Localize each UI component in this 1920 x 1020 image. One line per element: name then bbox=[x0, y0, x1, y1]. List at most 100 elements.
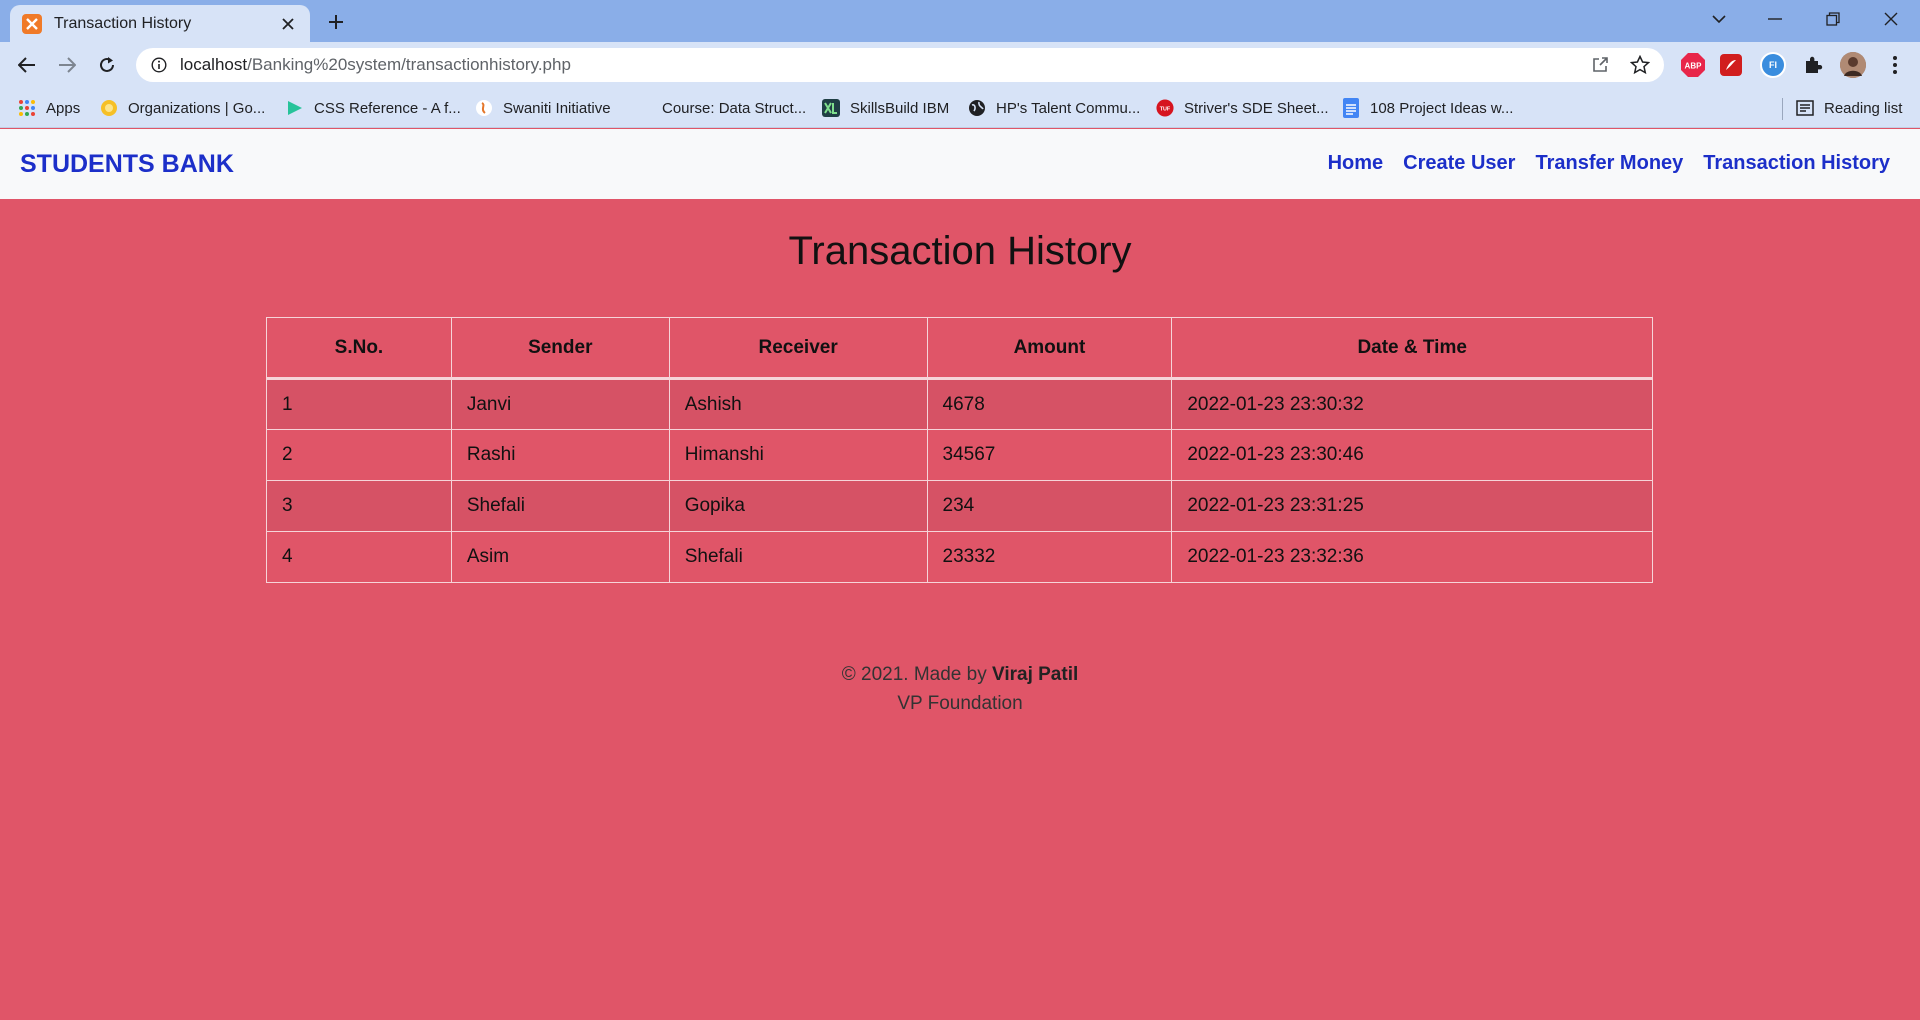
table-row: 4 Asim Shefali 23332 2022-01-23 23:32:36 bbox=[266, 531, 1653, 583]
table-row: 2 Rashi Himanshi 34567 2022-01-23 23:30:… bbox=[266, 429, 1653, 481]
cell-receiver: Ashish bbox=[668, 378, 928, 430]
cell-sender: Asim bbox=[450, 531, 670, 583]
course-icon bbox=[634, 99, 652, 117]
nav-transaction-history[interactable]: Transaction History bbox=[1703, 152, 1890, 175]
tab-title: Transaction History bbox=[54, 14, 192, 32]
bookmark-css-reference[interactable]: CSS Reference - A f... bbox=[286, 97, 461, 119]
url-path: /Banking%20system/transactionhistory.php bbox=[247, 55, 571, 74]
minimize-icon[interactable] bbox=[1752, 4, 1798, 34]
browser-menu-icon[interactable] bbox=[1880, 50, 1910, 80]
cell-datetime: 2022-01-23 23:31:25 bbox=[1171, 480, 1653, 532]
reading-list-icon bbox=[1796, 99, 1814, 117]
svg-text:ABP: ABP bbox=[1685, 62, 1703, 71]
extensions-puzzle-icon[interactable] bbox=[1800, 52, 1826, 78]
cell-sno: 3 bbox=[266, 480, 452, 532]
bookmark-label: Apps bbox=[46, 99, 81, 117]
nav-home[interactable]: Home bbox=[1328, 152, 1384, 175]
footer-author: Viraj Patil bbox=[992, 664, 1079, 685]
nav-links: Home Create User Transfer Money Transact… bbox=[1308, 152, 1890, 175]
bookmark-project-ideas[interactable]: 108 Project Ideas w... bbox=[1342, 97, 1513, 119]
column-header-receiver: Receiver bbox=[668, 317, 928, 380]
bookmark-striver[interactable]: TUF Striver's SDE Sheet... bbox=[1156, 97, 1329, 119]
cell-sno: 2 bbox=[266, 429, 452, 481]
bookmarks-bar: Apps Organizations | Go... CSS Reference… bbox=[0, 88, 1920, 128]
bookmark-label: CSS Reference - A f... bbox=[314, 99, 461, 117]
reading-list-label: Reading list bbox=[1824, 99, 1903, 117]
forward-icon[interactable] bbox=[52, 50, 82, 80]
page-footer: © 2021. Made by Viraj Patil VP Foundatio… bbox=[0, 660, 1920, 718]
reading-list-button[interactable]: Reading list bbox=[1796, 97, 1902, 119]
browser-tab[interactable]: Transaction History bbox=[10, 5, 310, 42]
cell-sender: Shefali bbox=[450, 480, 670, 532]
footer-copyright: © 2021. Made by bbox=[841, 664, 992, 685]
cell-amount: 234 bbox=[926, 480, 1173, 532]
bookmark-label: Swaniti Initiative bbox=[503, 99, 611, 117]
bookmark-label: Striver's SDE Sheet... bbox=[1184, 99, 1329, 117]
table-row: 1 Janvi Ashish 4678 2022-01-23 23:30:32 bbox=[266, 378, 1653, 430]
bookmark-label: HP's Talent Commu... bbox=[996, 99, 1141, 117]
column-header-sno: S.No. bbox=[266, 317, 452, 380]
page-title: Transaction History bbox=[788, 229, 1132, 273]
site-info-icon[interactable] bbox=[150, 56, 168, 74]
transaction-table: S.No. Sender Receiver Amount Date & Time… bbox=[266, 317, 1653, 583]
bookmark-label: 108 Project Ideas w... bbox=[1370, 99, 1514, 117]
footer-credit: © 2021. Made by Viraj Patil bbox=[0, 660, 1920, 689]
xampp-favicon-icon bbox=[22, 13, 42, 34]
tab-search-chevron-icon[interactable] bbox=[1696, 4, 1742, 34]
nav-create-user[interactable]: Create User bbox=[1403, 152, 1515, 175]
nav-transfer-money[interactable]: Transfer Money bbox=[1535, 152, 1683, 175]
column-header-sender: Sender bbox=[450, 317, 670, 380]
org-icon bbox=[100, 99, 118, 117]
pdf-extension-icon[interactable] bbox=[1720, 54, 1742, 76]
swaniti-icon bbox=[475, 99, 493, 117]
cell-receiver: Shefali bbox=[668, 531, 928, 583]
reload-icon[interactable] bbox=[92, 50, 122, 80]
cell-sender: Janvi bbox=[450, 378, 670, 430]
bookmark-hp-talent[interactable]: HP's Talent Commu... bbox=[968, 97, 1140, 119]
bookmark-label: Course: Data Struct... bbox=[662, 99, 807, 117]
svg-text:TUF: TUF bbox=[1160, 106, 1171, 112]
globe-icon bbox=[968, 99, 986, 117]
close-tab-icon[interactable] bbox=[278, 14, 298, 34]
cell-receiver: Gopika bbox=[668, 480, 928, 532]
adblock-icon[interactable]: ABP bbox=[1680, 52, 1706, 78]
cell-amount: 34567 bbox=[926, 429, 1173, 481]
profile-avatar-icon[interactable] bbox=[1840, 52, 1866, 78]
column-header-datetime: Date & Time bbox=[1171, 317, 1653, 380]
cell-sno: 4 bbox=[266, 531, 452, 583]
brand-logo[interactable]: STUDENTS BANK bbox=[20, 150, 234, 179]
restore-icon[interactable] bbox=[1810, 4, 1856, 34]
cell-receiver: Himanshi bbox=[668, 429, 928, 481]
bookmark-label: SkillsBuild IBM bbox=[850, 99, 950, 117]
fi-extension-icon[interactable]: FI bbox=[1760, 52, 1786, 78]
site-navbar: STUDENTS BANK Home Create User Transfer … bbox=[0, 129, 1920, 199]
cell-datetime: 2022-01-23 23:30:32 bbox=[1171, 378, 1653, 430]
apps-grid-icon bbox=[18, 99, 36, 117]
bookmarks-separator bbox=[1782, 98, 1783, 120]
address-bar[interactable]: localhost/Banking%20system/transactionhi… bbox=[136, 48, 1664, 82]
bookmark-organizations[interactable]: Organizations | Go... bbox=[100, 97, 265, 119]
bookmark-swaniti[interactable]: Swaniti Initiative bbox=[475, 97, 611, 119]
bookmark-skillsbuild[interactable]: SkillsBuild IBM bbox=[822, 97, 949, 119]
url-host: localhost bbox=[180, 55, 248, 74]
back-icon[interactable] bbox=[12, 50, 42, 80]
cell-datetime: 2022-01-23 23:30:46 bbox=[1171, 429, 1653, 481]
cell-amount: 23332 bbox=[926, 531, 1173, 583]
docs-icon bbox=[1342, 98, 1360, 118]
cell-sno: 1 bbox=[266, 378, 452, 430]
close-window-icon[interactable] bbox=[1868, 4, 1914, 34]
bookmark-course[interactable]: Course: Data Struct... bbox=[634, 97, 806, 119]
bookmark-apps[interactable]: Apps bbox=[18, 97, 80, 119]
footer-org: VP Foundation bbox=[897, 693, 1023, 714]
table-row: 3 Shefali Gopika 234 2022-01-23 23:31:25 bbox=[266, 480, 1653, 532]
cell-amount: 4678 bbox=[926, 378, 1173, 430]
skillsbuild-icon bbox=[822, 99, 840, 117]
bookmark-label: Organizations | Go... bbox=[128, 99, 266, 117]
bookmark-star-icon[interactable] bbox=[1630, 55, 1650, 75]
browser-toolbar: localhost/Banking%20system/transactionhi… bbox=[0, 42, 1920, 88]
new-tab-icon[interactable] bbox=[322, 8, 350, 36]
column-header-amount: Amount bbox=[926, 317, 1173, 380]
table-header-row: S.No. Sender Receiver Amount Date & Time bbox=[266, 317, 1653, 380]
share-icon[interactable] bbox=[1590, 55, 1610, 75]
tuf-icon: TUF bbox=[1156, 99, 1174, 117]
